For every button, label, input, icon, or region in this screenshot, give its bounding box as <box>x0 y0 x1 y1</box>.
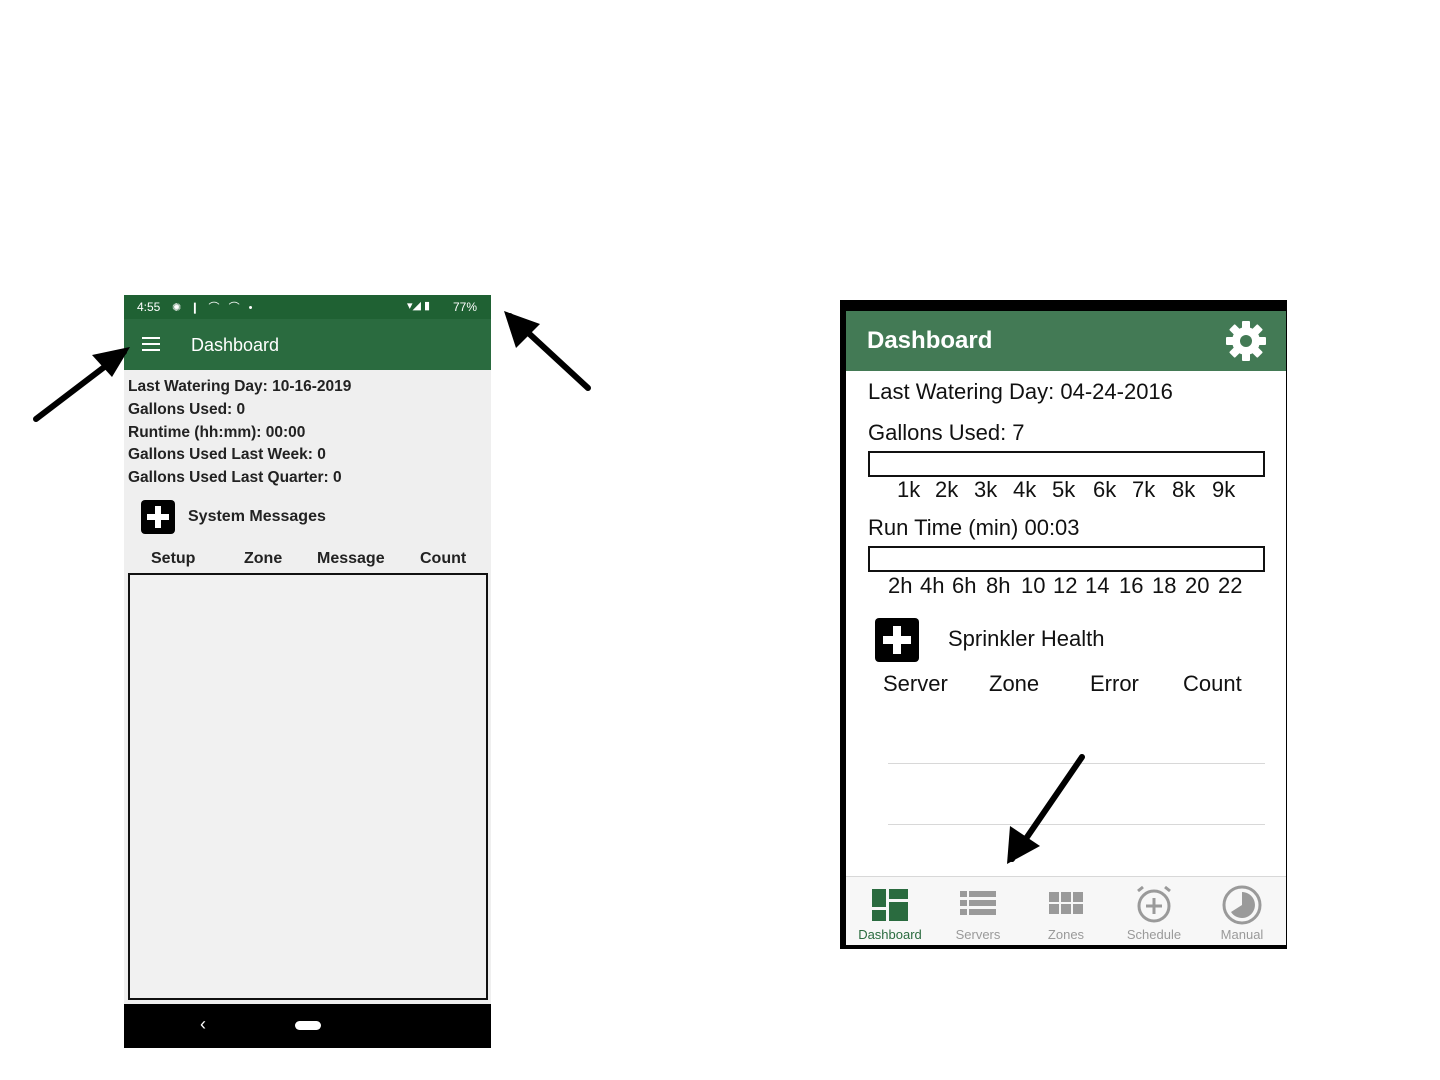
arrowhead-tab-icon <box>1007 826 1040 864</box>
annotation-arrows <box>33 311 1085 864</box>
